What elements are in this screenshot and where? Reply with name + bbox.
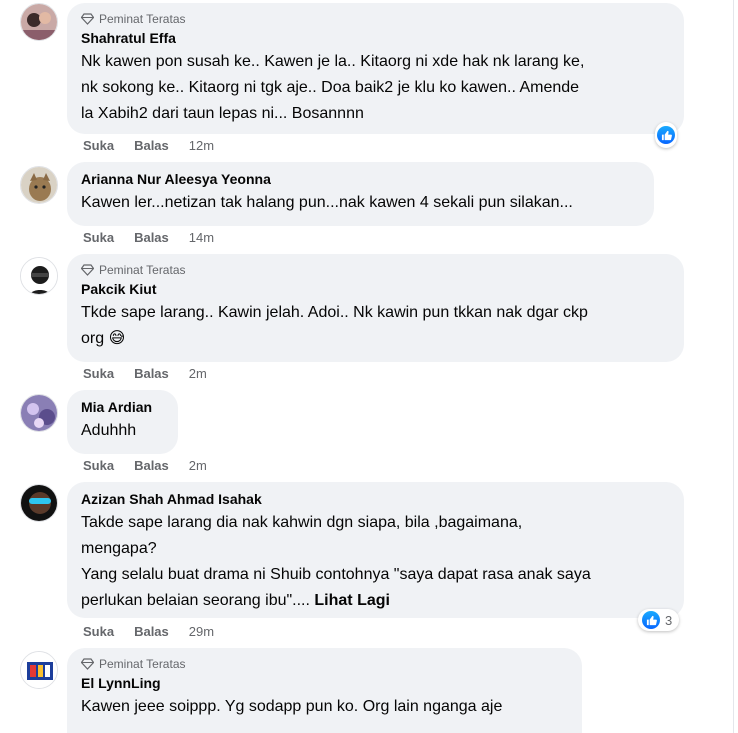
like-button[interactable]: Suka [83, 230, 114, 245]
comment-actions: Suka Balas 14m [83, 230, 214, 245]
comment-author[interactable]: Pakcik Kiut [81, 280, 670, 298]
comment-text: Nk kawen pon susah ke.. Kawen je la.. Ki… [81, 49, 670, 127]
comment-bubble: Peminat Teratas Shahratul Effa Nk kawen … [67, 3, 684, 134]
comment-author[interactable]: El LynnLing [81, 674, 568, 692]
avatar[interactable] [20, 257, 58, 295]
reply-button[interactable]: Balas [134, 230, 169, 245]
comment-line: Kawen ler...netizan tak halang pun...nak… [81, 194, 573, 211]
comment-line: Nk kawen pon susah ke.. Kawen je la.. Ki… [81, 53, 585, 70]
comment-text: Tkde sape larang.. Kawin jelah. Adoi.. N… [81, 300, 670, 352]
comment-bubble: Azizan Shah Ahmad Isahak Takde sape lara… [67, 482, 684, 618]
timestamp[interactable]: 29m [189, 624, 214, 639]
comment-actions: Suka Balas 12m [83, 138, 214, 153]
timestamp[interactable]: 12m [189, 138, 214, 153]
top-fan-badge: Peminat Teratas [81, 656, 568, 672]
comment-bubble: Peminat Teratas El LynnLing Kawen jeee s… [67, 648, 582, 733]
diamond-icon [81, 264, 94, 276]
timestamp[interactable]: 14m [189, 230, 214, 245]
comment-text: Aduhhh [81, 418, 164, 444]
comment-author[interactable]: Azizan Shah Ahmad Isahak [81, 490, 670, 508]
comment-author[interactable]: Arianna Nur Aleesya Yeonna [81, 170, 640, 188]
reply-button[interactable]: Balas [134, 366, 169, 381]
comment-line: Takde sape larang dia nak kahwin dgn sia… [81, 514, 523, 531]
reaction-count: 3 [665, 612, 673, 628]
comment-text: Kawen jeee soippp. Yg sodapp pun ko. Org… [81, 694, 568, 720]
timestamp[interactable]: 2m [189, 458, 207, 473]
reply-button[interactable]: Balas [134, 458, 169, 473]
reaction-summary[interactable] [655, 122, 677, 148]
comment-line: Aduhhh [81, 422, 137, 439]
like-button[interactable]: Suka [83, 138, 114, 153]
diamond-icon [81, 13, 94, 25]
like-button[interactable]: Suka [83, 366, 114, 381]
badge-label: Peminat Teratas [99, 657, 186, 671]
like-icon [642, 611, 660, 629]
comment-bubble: Arianna Nur Aleesya Yeonna Kawen ler...n… [67, 162, 654, 226]
avatar[interactable] [20, 166, 58, 204]
comment-line: org 😅 [81, 330, 126, 347]
top-fan-badge: Peminat Teratas [81, 262, 670, 278]
comment-line: Tkde sape larang.. Kawin jelah. Adoi.. N… [81, 304, 588, 321]
comment-line: Yang selalu buat drama ni Shuib contohny… [81, 566, 591, 583]
comment-line: nk sokong ke.. Kitaorg ni tgk aje.. Doa … [81, 79, 580, 96]
see-more-link[interactable]: Lihat Lagi [314, 592, 390, 609]
reply-button[interactable]: Balas [134, 138, 169, 153]
like-icon [657, 126, 675, 144]
comment-line: la Xabih2 dari taun lepas ni... Bosannnn [81, 105, 364, 122]
avatar[interactable] [20, 484, 58, 522]
avatar[interactable] [20, 3, 58, 41]
comment-bubble: Peminat Teratas Pakcik Kiut Tkde sape la… [67, 254, 684, 362]
comment-line: Kawen jeee soippp. Yg sodapp pun ko. Org… [81, 698, 503, 715]
comment-actions: Suka Balas 29m [83, 624, 214, 639]
avatar[interactable] [20, 651, 58, 689]
badge-label: Peminat Teratas [99, 12, 186, 26]
comment-text: Takde sape larang dia nak kahwin dgn sia… [81, 510, 670, 614]
comment-line: mengapa? [81, 540, 157, 557]
comment-bubble: Mia Ardian Aduhhh [67, 390, 178, 454]
comment-actions: Suka Balas 2m [83, 458, 207, 473]
diamond-icon [81, 658, 94, 670]
top-fan-badge: Peminat Teratas [81, 11, 670, 27]
badge-label: Peminat Teratas [99, 263, 186, 277]
avatar[interactable] [20, 394, 58, 432]
like-button[interactable]: Suka [83, 458, 114, 473]
reaction-summary[interactable]: 3 [638, 609, 680, 631]
comment-actions: Suka Balas 2m [83, 366, 207, 381]
reply-button[interactable]: Balas [134, 624, 169, 639]
comment-line: perlukan belaian seorang ibu".... Lihat … [81, 588, 670, 614]
timestamp[interactable]: 2m [189, 366, 207, 381]
comment-line-text: perlukan belaian seorang ibu".... [81, 592, 310, 609]
like-button[interactable]: Suka [83, 624, 114, 639]
comment-text: Kawen ler...netizan tak halang pun...nak… [81, 190, 640, 216]
comment-author[interactable]: Shahratul Effa [81, 29, 670, 47]
comment-author[interactable]: Mia Ardian [81, 398, 164, 416]
right-divider [733, 0, 734, 733]
